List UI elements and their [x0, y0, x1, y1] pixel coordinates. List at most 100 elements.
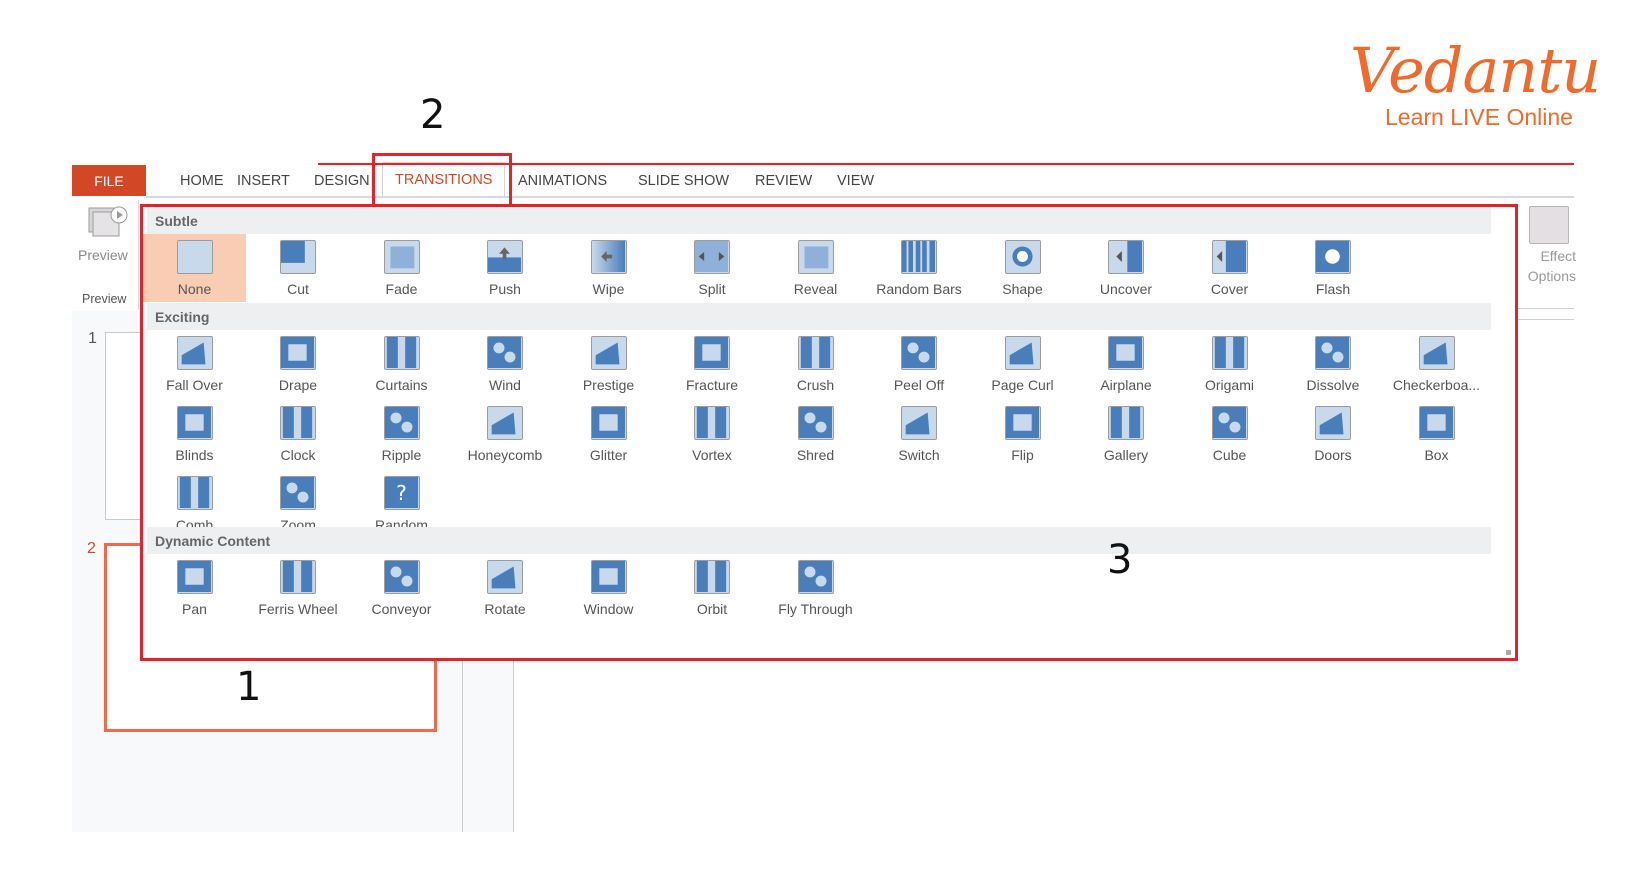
transition-random-bars[interactable]: Random Bars [868, 234, 971, 302]
tab-insert[interactable]: INSERT [237, 165, 290, 196]
transition-switch[interactable]: Switch [868, 400, 971, 468]
transition-label: Crush [796, 377, 835, 393]
transition-label: Dissolve [1306, 377, 1360, 393]
orbit-icon [694, 560, 730, 594]
transition-flip[interactable]: Flip [971, 400, 1074, 468]
transition-origami[interactable]: Origami [1178, 330, 1281, 398]
transition-wind[interactable]: Wind [454, 330, 557, 398]
slide-number-2: 2 [87, 540, 96, 557]
tab-view[interactable]: VIEW [837, 165, 874, 196]
transition-label: Peel Off [893, 377, 945, 393]
transition-glitter[interactable]: Glitter [557, 400, 660, 468]
ribbon-divider [1518, 308, 1574, 309]
airplane-icon [1108, 336, 1144, 370]
transition-gallery[interactable]: Gallery [1075, 400, 1178, 468]
tab-home[interactable]: HOME [180, 165, 224, 196]
transition-label: Doors [1314, 447, 1352, 463]
transition-label: Cut [287, 281, 309, 297]
pane-strip [463, 661, 513, 832]
random-icon: ? [383, 476, 420, 510]
transition-crush[interactable]: Crush [764, 330, 867, 398]
effect-options-label-1: Effect [1540, 248, 1576, 264]
transition-doors[interactable]: Doors [1282, 400, 1385, 468]
rotate-icon [487, 560, 523, 594]
transition-fall-over[interactable]: Fall Over [143, 330, 246, 398]
transition-window[interactable]: Window [557, 554, 660, 622]
transition-label: Push [489, 281, 521, 297]
logo-wordmark: Vedantu [1350, 34, 1601, 107]
transition-label: Cover [1210, 281, 1249, 297]
transition-peel-off[interactable]: Peel Off [868, 330, 971, 398]
transition-page-curl[interactable]: Page Curl [971, 330, 1074, 398]
annotation-number-1: 1 [236, 664, 262, 710]
transition-drape[interactable]: Drape [247, 330, 350, 398]
transition-cut[interactable]: Cut [247, 234, 350, 302]
transition-blinds[interactable]: Blinds [143, 400, 246, 468]
transition-split[interactable]: Split [661, 234, 764, 302]
transition-honeycomb[interactable]: Honeycomb [454, 400, 557, 468]
tab-bar-divider [146, 196, 1574, 198]
transition-shape[interactable]: Shape [971, 234, 1074, 302]
transition-box[interactable]: Box [1385, 400, 1488, 468]
transition-label: None [177, 281, 212, 297]
transition-ripple[interactable]: Ripple [350, 400, 453, 468]
tab-design[interactable]: DESIGN [314, 165, 370, 196]
blinds-icon [176, 406, 213, 440]
file-tab[interactable]: FILE [72, 165, 146, 196]
transition-clock[interactable]: Clock [247, 400, 350, 468]
annotation-number-2: 2 [420, 92, 446, 138]
gallery-icon [1108, 406, 1144, 440]
uncover-icon [1108, 240, 1144, 274]
transition-fracture[interactable]: Fracture [661, 330, 764, 398]
transition-none[interactable]: None [143, 234, 246, 302]
transition-orbit[interactable]: Orbit [661, 554, 764, 622]
transition-cube[interactable]: Cube [1178, 400, 1281, 468]
flip-icon [1004, 406, 1041, 440]
transition-fly-through[interactable]: Fly Through [764, 554, 867, 622]
transition-curtains[interactable]: Curtains [350, 330, 453, 398]
tab-animations[interactable]: ANIMATIONS [518, 165, 607, 196]
preview-button[interactable]: Preview [72, 205, 138, 275]
transition-label: Drape [278, 377, 318, 393]
transition-conveyor[interactable]: Conveyor [350, 554, 453, 622]
section-header-exciting: Exciting [147, 303, 1491, 330]
transition-label: Flip [1011, 447, 1034, 463]
transition-label: Fall Over [166, 377, 223, 393]
transition-airplane[interactable]: Airplane [1075, 330, 1178, 398]
transition-rotate[interactable]: Rotate [454, 554, 557, 622]
transition-shred[interactable]: Shred [764, 400, 867, 468]
checkerboa-icon [1418, 336, 1455, 370]
reveal-icon [797, 240, 834, 274]
transition-label: Shape [1002, 281, 1043, 297]
transition-uncover[interactable]: Uncover [1075, 234, 1178, 302]
transition-label: Gallery [1103, 447, 1149, 463]
transition-push[interactable]: Push [454, 234, 557, 302]
zoom-icon [280, 476, 316, 510]
transition-cover[interactable]: Cover [1178, 234, 1281, 302]
transition-label: Reveal [793, 281, 838, 297]
pane-border [462, 661, 463, 832]
tab-review[interactable]: REVIEW [755, 165, 812, 196]
transition-reveal[interactable]: Reveal [764, 234, 867, 302]
transition-fade[interactable]: Fade [350, 234, 453, 302]
transition-label: Random Bars [876, 281, 962, 297]
transition-label: Vortex [692, 447, 732, 463]
transition-checkerboa[interactable]: Checkerboa... [1385, 330, 1488, 398]
transition-pan[interactable]: Pan [143, 554, 246, 622]
tab-slide-show[interactable]: SLIDE SHOW [638, 165, 729, 196]
push-icon [487, 240, 523, 274]
transition-label: Ferris Wheel [258, 601, 338, 617]
transition-prestige[interactable]: Prestige [557, 330, 660, 398]
transition-flash[interactable]: Flash [1282, 234, 1385, 302]
wipe-icon [590, 240, 627, 274]
transition-label: Airplane [1100, 377, 1152, 393]
preview-group-label: Preview [82, 292, 127, 306]
transition-vortex[interactable]: Vortex [661, 400, 764, 468]
resize-grip[interactable] [1506, 650, 1511, 655]
transition-wipe[interactable]: Wipe [557, 234, 660, 302]
transition-ferris-wheel[interactable]: Ferris Wheel [247, 554, 350, 622]
fracture-icon [694, 336, 730, 370]
transition-dissolve[interactable]: Dissolve [1282, 330, 1385, 398]
effect-options-button[interactable]: Effect Options [1518, 200, 1578, 290]
transition-label: Honeycomb [467, 447, 543, 463]
